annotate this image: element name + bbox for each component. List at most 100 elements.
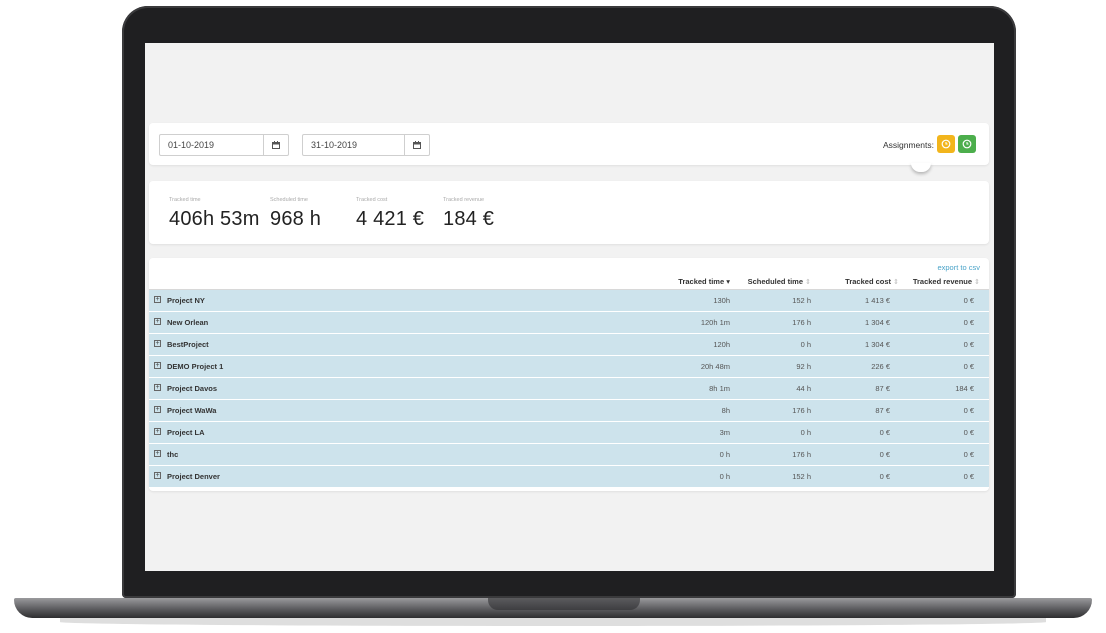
- header-tracked-cost[interactable]: Tracked cost ⇕: [845, 277, 899, 286]
- summary-stats: Tracked time 406h 53m Scheduled time 968…: [149, 181, 989, 244]
- table-row[interactable]: + New Orlean 120h 1m 176 h 1 304 € 0 €: [149, 312, 989, 334]
- cell-scheduled-time: 176 h: [792, 406, 811, 415]
- cell-tracked-revenue: 184 €: [955, 384, 974, 393]
- laptop-shadow: [60, 618, 1046, 626]
- cell-tracked-revenue: 0 €: [963, 406, 974, 415]
- assignment-yellow-button[interactable]: [937, 135, 955, 153]
- table-row[interactable]: + DEMO Project 1 20h 48m 92 h 226 € 0 €: [149, 356, 989, 378]
- cell-tracked-revenue: 0 €: [963, 428, 974, 437]
- cell-scheduled-time: 44 h: [796, 384, 811, 393]
- cell-scheduled-time: 0 h: [800, 340, 811, 349]
- end-date-value: 31-10-2019: [311, 140, 358, 150]
- cell-tracked-revenue: 0 €: [963, 318, 974, 327]
- table-row[interactable]: + Project LA 3m 0 h 0 € 0 €: [149, 422, 989, 444]
- header-label: Tracked cost: [845, 277, 892, 286]
- cell-tracked-revenue: 0 €: [963, 296, 974, 305]
- expand-plus-icon[interactable]: +: [154, 296, 161, 303]
- cell-tracked-revenue: 0 €: [963, 472, 974, 481]
- cell-tracked-time: 0 h: [719, 450, 730, 459]
- stat-value: 4 421 €: [356, 208, 425, 230]
- cell-scheduled-time: 92 h: [796, 362, 811, 371]
- expand-plus-icon[interactable]: +: [154, 318, 161, 325]
- header-label: Scheduled time: [747, 277, 804, 286]
- header-tracked-revenue[interactable]: Tracked revenue ⇕: [913, 277, 980, 286]
- clock-icon: [941, 139, 951, 149]
- calendar-icon[interactable]: [263, 135, 288, 155]
- cell-scheduled-time: 152 h: [792, 296, 811, 305]
- header-label: Tracked time: [678, 277, 725, 286]
- cell-tracked-cost: 1 413 €: [864, 296, 890, 305]
- cell-scheduled-time: 152 h: [792, 472, 811, 481]
- assignments-label: Assignments:: [882, 140, 934, 150]
- end-date-field[interactable]: 31-10-2019: [302, 134, 430, 156]
- cell-tracked-cost: 0 €: [879, 450, 890, 459]
- stat-value: 968 h: [270, 208, 322, 230]
- table-row[interactable]: + Project NY 130h 152 h 1 413 € 0 €: [149, 290, 989, 312]
- project-name: Project Denver: [167, 472, 220, 481]
- cell-tracked-cost: 226 €: [871, 362, 890, 371]
- stat-scheduled-time: Scheduled time 968 h: [270, 197, 321, 231]
- cell-tracked-time: 8h: [721, 406, 730, 415]
- cell-tracked-cost: 87 €: [875, 384, 890, 393]
- table-row[interactable]: + thc 0 h 176 h 0 € 0 €: [149, 444, 989, 466]
- filter-bar: 01-10-2019 31-10-2019 Assignments:: [149, 123, 989, 172]
- calendar-icon[interactable]: [404, 135, 429, 155]
- cell-tracked-cost: 0 €: [879, 428, 890, 437]
- cell-tracked-time: 130h: [713, 296, 730, 305]
- cell-tracked-cost: 1 304 €: [864, 318, 890, 327]
- stat-value: 406h 53m: [169, 208, 260, 230]
- expand-plus-icon[interactable]: +: [154, 362, 161, 369]
- project-name: New Orlean: [167, 318, 209, 327]
- project-name: BestProject: [167, 340, 209, 349]
- cell-scheduled-time: 176 h: [792, 318, 811, 327]
- cell-scheduled-time: 0 h: [800, 428, 811, 437]
- table-row[interactable]: + Project Denver 0 h 152 h 0 € 0 €: [149, 466, 989, 488]
- header-scheduled-time[interactable]: Scheduled time ⇕: [748, 277, 811, 286]
- cell-scheduled-time: 176 h: [792, 450, 811, 459]
- cell-tracked-time: 20h 48m: [700, 362, 730, 371]
- clock-icon: [962, 139, 972, 149]
- stat-label: Tracked time: [169, 197, 201, 203]
- project-name: Project Davos: [167, 384, 218, 393]
- sort-icon: ⇕: [893, 279, 899, 286]
- cell-tracked-time: 3m: [719, 428, 730, 437]
- stat-value: 184 €: [443, 208, 495, 230]
- cell-tracked-time: 8h 1m: [709, 384, 730, 393]
- expand-plus-icon[interactable]: +: [154, 472, 161, 479]
- cell-tracked-cost: 1 304 €: [864, 340, 890, 349]
- header-tracked-time[interactable]: Tracked time ▾: [678, 277, 730, 286]
- expand-plus-icon[interactable]: +: [154, 428, 161, 435]
- cell-tracked-cost: 87 €: [875, 406, 890, 415]
- stat-label: Tracked revenue: [443, 197, 485, 203]
- cell-tracked-time: 120h: [713, 340, 730, 349]
- sort-icon: ⇕: [974, 279, 980, 286]
- project-name: Project LA: [167, 428, 205, 437]
- sort-desc-icon: ▾: [726, 277, 730, 286]
- cell-tracked-revenue: 0 €: [963, 450, 974, 459]
- laptop-notch: [488, 598, 640, 610]
- expand-plus-icon[interactable]: +: [154, 384, 161, 391]
- assignments-toggle[interactable]: [911, 163, 931, 172]
- table-row[interactable]: + Project Davos 8h 1m 44 h 87 € 184 €: [149, 378, 989, 400]
- export-csv-link[interactable]: export to csv: [937, 263, 980, 272]
- expand-plus-icon[interactable]: +: [154, 340, 161, 347]
- assignment-green-button[interactable]: [958, 135, 976, 153]
- project-name: Project WaWa: [167, 406, 217, 415]
- expand-plus-icon[interactable]: +: [154, 450, 161, 457]
- cell-tracked-time: 120h 1m: [700, 318, 730, 327]
- cell-tracked-revenue: 0 €: [963, 362, 974, 371]
- cell-tracked-revenue: 0 €: [963, 340, 974, 349]
- start-date-field[interactable]: 01-10-2019: [159, 134, 289, 156]
- app-screen: 01-10-2019 31-10-2019 Assignments: Track…: [145, 43, 994, 571]
- project-name: Project NY: [167, 296, 205, 305]
- project-name: DEMO Project 1: [167, 362, 224, 371]
- stat-tracked-time: Tracked time 406h 53m: [169, 197, 260, 231]
- cell-tracked-time: 0 h: [719, 472, 730, 481]
- projects-table: export to csv Tracked time ▾ Scheduled t…: [149, 258, 989, 491]
- table-row[interactable]: + Project WaWa 8h 176 h 87 € 0 €: [149, 400, 989, 422]
- stat-label: Scheduled time: [270, 197, 308, 203]
- table-row[interactable]: + BestProject 120h 0 h 1 304 € 0 €: [149, 334, 989, 356]
- sort-icon: ⇕: [805, 279, 811, 286]
- expand-plus-icon[interactable]: +: [154, 406, 161, 413]
- cell-tracked-cost: 0 €: [879, 472, 890, 481]
